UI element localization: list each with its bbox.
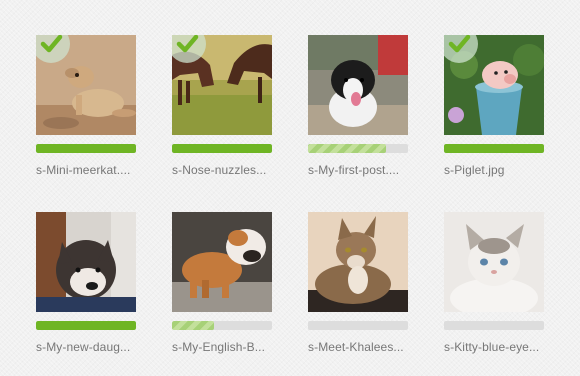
upload-progress-bar bbox=[444, 321, 544, 330]
upload-progress-bar bbox=[172, 144, 272, 153]
image-thumbnail[interactable] bbox=[172, 212, 272, 312]
husky-puppy-image bbox=[36, 212, 136, 312]
file-name: s-Meet-Khalees... bbox=[308, 340, 404, 354]
upload-progress-bar bbox=[444, 144, 544, 153]
upload-progress-bar bbox=[308, 321, 408, 330]
image-thumbnail[interactable] bbox=[36, 35, 136, 135]
file-tile[interactable]: s-My-new-daug... bbox=[36, 212, 136, 354]
image-thumbnail[interactable] bbox=[308, 212, 408, 312]
upload-grid: s-Mini-meerkat.... s-Nose-nuzzles... s-M… bbox=[0, 0, 580, 376]
image-thumbnail[interactable] bbox=[172, 35, 272, 135]
progress-fill bbox=[444, 144, 544, 153]
file-tile[interactable]: s-Nose-nuzzles... bbox=[172, 35, 272, 177]
progress-fill bbox=[36, 321, 136, 330]
file-name: s-Nose-nuzzles... bbox=[172, 163, 267, 177]
upload-progress-bar bbox=[36, 321, 136, 330]
upload-progress-bar bbox=[172, 321, 272, 330]
file-tile[interactable]: s-Meet-Khalees... bbox=[308, 212, 408, 354]
image-thumbnail[interactable] bbox=[444, 35, 544, 135]
file-name: s-My-English-B... bbox=[172, 340, 266, 354]
upload-progress-bar bbox=[36, 144, 136, 153]
file-name: s-Kitty-blue-eye... bbox=[444, 340, 540, 354]
progress-fill bbox=[172, 321, 214, 330]
progress-fill bbox=[172, 144, 272, 153]
image-thumbnail[interactable] bbox=[36, 212, 136, 312]
bulldog-puppy-image bbox=[172, 212, 272, 312]
tabby-cat-image bbox=[308, 212, 408, 312]
upload-progress-bar bbox=[308, 144, 408, 153]
progress-fill bbox=[36, 144, 136, 153]
file-name: s-Mini-meerkat.... bbox=[36, 163, 131, 177]
file-name: s-My-first-post.... bbox=[308, 163, 400, 177]
file-tile[interactable]: s-My-English-B... bbox=[172, 212, 272, 354]
image-thumbnail[interactable] bbox=[308, 35, 408, 135]
file-tile[interactable]: s-Kitty-blue-eye... bbox=[444, 212, 544, 354]
file-tile[interactable]: s-Mini-meerkat.... bbox=[36, 35, 136, 177]
progress-fill bbox=[308, 144, 386, 153]
file-tile[interactable]: s-Piglet.jpg bbox=[444, 35, 544, 177]
image-thumbnail[interactable] bbox=[444, 212, 544, 312]
white-kitten-image bbox=[444, 212, 544, 312]
file-tile[interactable]: s-My-first-post.... bbox=[308, 35, 408, 177]
file-name: s-Piglet.jpg bbox=[444, 163, 505, 177]
puppy-image bbox=[308, 35, 408, 135]
file-name: s-My-new-daug... bbox=[36, 340, 131, 354]
